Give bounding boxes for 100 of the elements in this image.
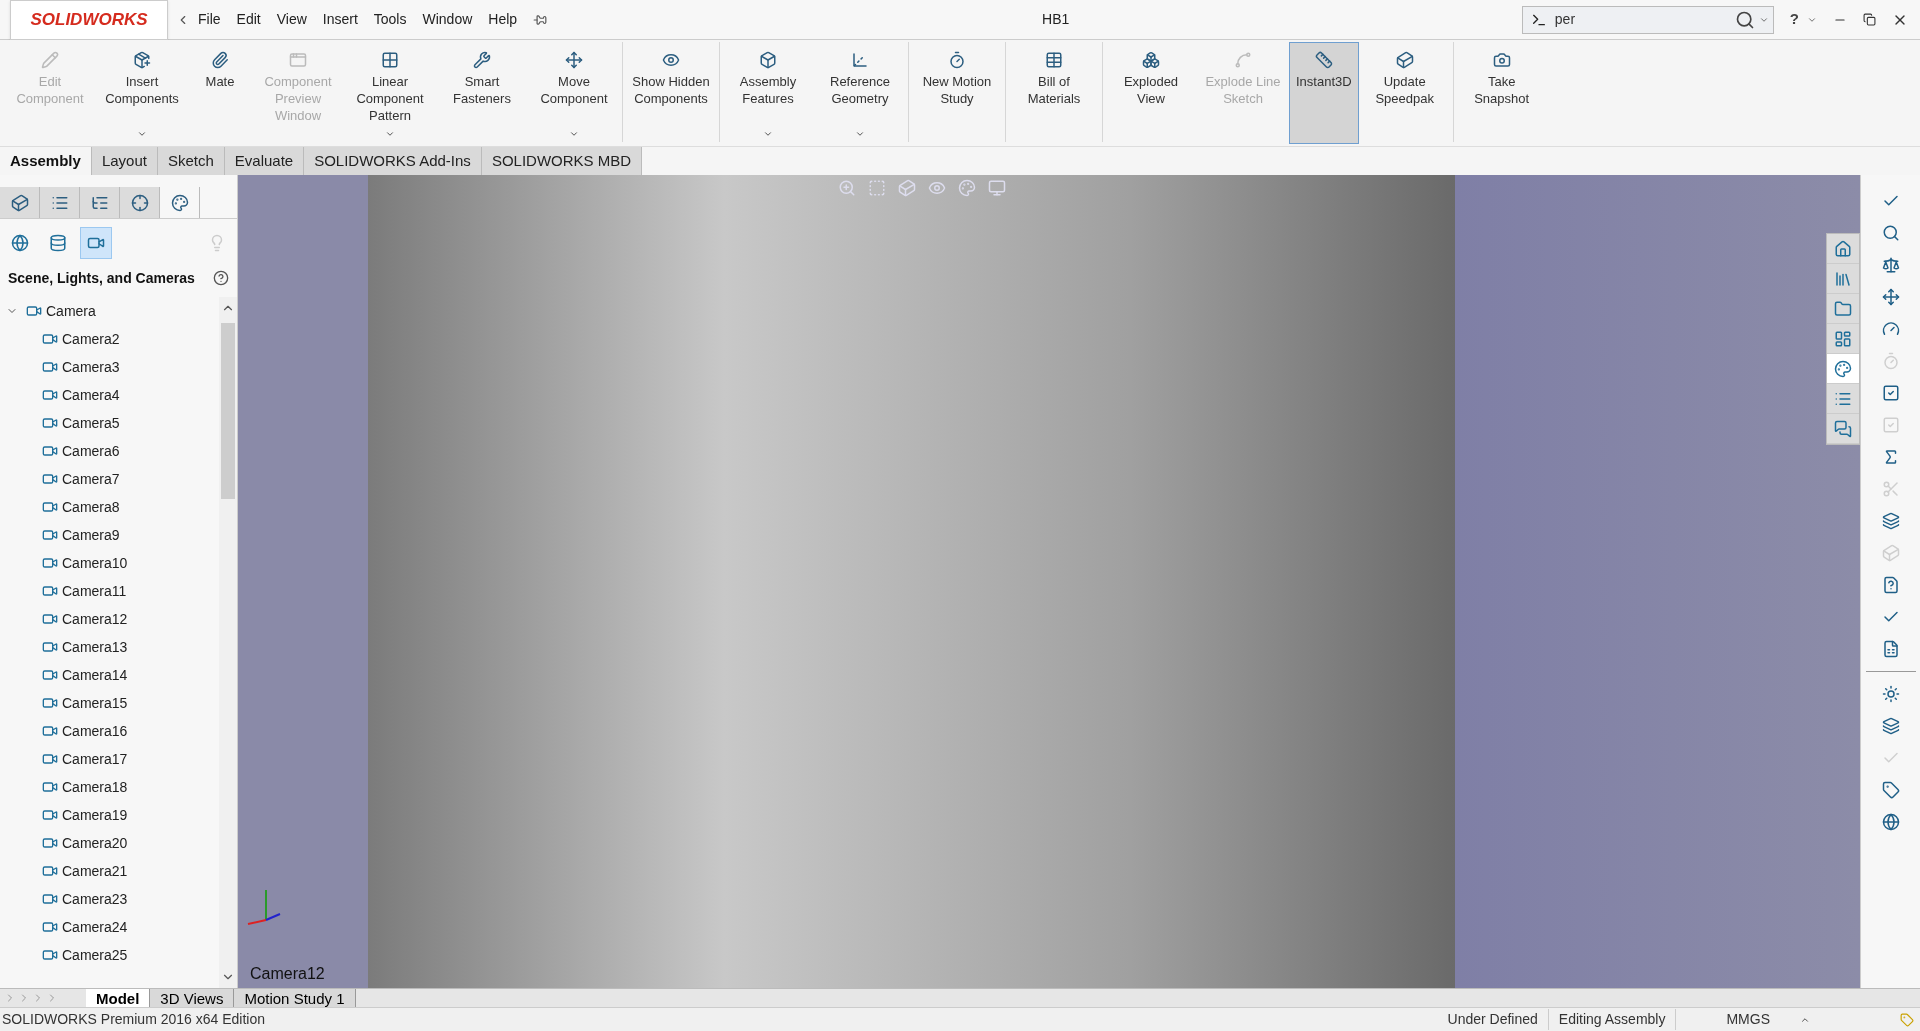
tree-item[interactable]: Camera6	[62, 440, 120, 462]
spline-icon	[1234, 51, 1252, 69]
cube-icon	[1395, 51, 1414, 69]
ribbon-button[interactable]: Take Snapshot	[1455, 42, 1548, 144]
tree-item[interactable]: Camera24	[62, 916, 128, 938]
menu-item[interactable]: Help	[480, 9, 526, 30]
tag-icon	[1881, 781, 1900, 799]
ribbon-button[interactable]: Show Hidden Components	[625, 42, 717, 144]
command-tab[interactable]: Evaluate	[224, 147, 305, 175]
task-pane-tab[interactable]	[1827, 234, 1859, 264]
ribbon-button[interactable]: Exploded View	[1105, 42, 1197, 144]
tree-item[interactable]: Camera7	[62, 468, 120, 490]
camera-icon	[42, 695, 58, 711]
tree-item[interactable]: Camera	[46, 300, 96, 322]
library-icon	[1834, 269, 1852, 288]
manager-tab[interactable]	[0, 187, 40, 218]
component-plus-icon	[133, 51, 151, 69]
tree-item[interactable]: Camera16	[62, 720, 128, 742]
task-pane-tab[interactable]	[1827, 414, 1859, 444]
cylinder-icon	[49, 234, 67, 252]
globe-icon	[1881, 813, 1900, 831]
bottom-tab[interactable]: Motion Study 1	[234, 989, 356, 1007]
search-input[interactable]: per	[1554, 9, 1735, 30]
scrollbar-thumb[interactable]	[221, 323, 235, 499]
document-title: HB1	[1042, 10, 1070, 29]
tree-item[interactable]: Camera8	[62, 496, 120, 518]
menu-item[interactable]: Edit	[228, 9, 269, 30]
ribbon-button[interactable]: Linear Component Pattern	[344, 42, 436, 144]
bottom-tab[interactable]: Model	[86, 989, 151, 1007]
caret-icon	[385, 129, 395, 139]
tree-item[interactable]: Camera14	[62, 664, 128, 686]
tree-item[interactable]: Camera20	[62, 832, 128, 854]
menu-item[interactable]: Tools	[365, 9, 415, 30]
tree-item[interactable]: Camera23	[62, 888, 128, 910]
camera-icon	[42, 723, 58, 739]
manager-tab[interactable]	[40, 187, 80, 218]
home-icon	[1834, 239, 1852, 258]
menu-item[interactable]: Insert	[314, 9, 366, 30]
ribbon-button[interactable]: Instant3D	[1289, 42, 1359, 144]
menu-item[interactable]: File	[190, 9, 229, 30]
bottom-tab[interactable]: 3D Views	[150, 989, 235, 1007]
scrollbar[interactable]	[219, 297, 237, 988]
tree-item[interactable]: Camera18	[62, 776, 128, 798]
tree-item[interactable]: Camera2	[62, 328, 120, 350]
ribbon-button[interactable]: Reference Geometry	[814, 42, 906, 144]
search-icon[interactable]	[1734, 9, 1755, 30]
tree-item[interactable]: Camera11	[62, 580, 127, 602]
command-tab[interactable]: Layout	[91, 147, 158, 175]
command-tab[interactable]: SOLIDWORKS MBD	[481, 147, 643, 175]
ribbon-button[interactable]: Update Speedpak	[1358, 42, 1451, 144]
command-tab[interactable]: SOLIDWORKS Add-Ins	[304, 147, 482, 175]
menu-item[interactable]: View	[268, 9, 315, 30]
tree-item[interactable]: Camera25	[62, 944, 128, 966]
camera-icon	[42, 555, 58, 571]
ribbon-button[interactable]: Mate	[188, 42, 252, 144]
tree-item[interactable]: Camera9	[62, 524, 120, 546]
camera-icon	[42, 779, 58, 795]
ribbon-button[interactable]: Smart Fasteners	[436, 42, 528, 144]
folder-icon	[1834, 299, 1852, 318]
units-selector[interactable]: MMGS	[1726, 1009, 1770, 1030]
tree-item[interactable]: Camera13	[62, 636, 128, 658]
check-box-icon	[1881, 384, 1900, 402]
move-icon	[565, 51, 583, 69]
pin-icon[interactable]	[533, 12, 548, 27]
definition-status: Under Defined	[1437, 1009, 1549, 1030]
ribbon-button[interactable]: Insert Components	[96, 42, 188, 144]
logo: SOLIDWORKS	[10, 0, 168, 40]
menu-item[interactable]: Window	[414, 9, 481, 30]
tree-item[interactable]: Camera4	[62, 384, 120, 406]
cube-icon	[1881, 544, 1900, 562]
tree-item[interactable]: Camera21	[62, 860, 128, 882]
tree-item[interactable]: Camera12	[62, 608, 128, 630]
tree-item[interactable]: Camera5	[62, 412, 120, 434]
task-pane-tab[interactable]	[1827, 294, 1859, 324]
command-tab[interactable]: Sketch	[157, 147, 225, 175]
restore-icon[interactable]	[1863, 13, 1876, 26]
filter-button[interactable]	[80, 227, 112, 259]
caret-icon	[855, 129, 865, 139]
ribbon-button[interactable]: Bill of Materials	[1008, 42, 1100, 144]
help-icon[interactable]	[213, 270, 229, 286]
tree-item[interactable]: Camera17	[62, 748, 128, 770]
manager-tab[interactable]	[120, 187, 160, 218]
spreadsheet-icon	[1881, 640, 1900, 658]
tree-item[interactable]: Camera10	[62, 552, 128, 574]
tree-item[interactable]: Camera3	[62, 356, 120, 378]
panel-heading: Scene, Lights, and Cameras	[8, 268, 195, 288]
camera-icon	[42, 835, 58, 851]
task-pane-tab[interactable]	[1827, 264, 1859, 294]
ribbon-button[interactable]: Move Component	[528, 42, 620, 144]
globe-icon	[11, 234, 29, 252]
ribbon-button[interactable]: Assembly Features	[722, 42, 814, 144]
task-pane-tab[interactable]	[1827, 384, 1859, 414]
help-menu[interactable]: ?	[1789, 8, 1799, 31]
manager-tab[interactable]	[80, 187, 120, 218]
task-pane-tab[interactable]	[1827, 324, 1859, 354]
ribbon-button[interactable]: New Motion Study	[911, 42, 1003, 144]
task-pane-tab[interactable]	[1827, 354, 1859, 384]
tree-item[interactable]: Camera19	[62, 804, 128, 826]
search-field[interactable]: per	[1521, 5, 1774, 34]
tree-item[interactable]: Camera15	[62, 692, 128, 714]
